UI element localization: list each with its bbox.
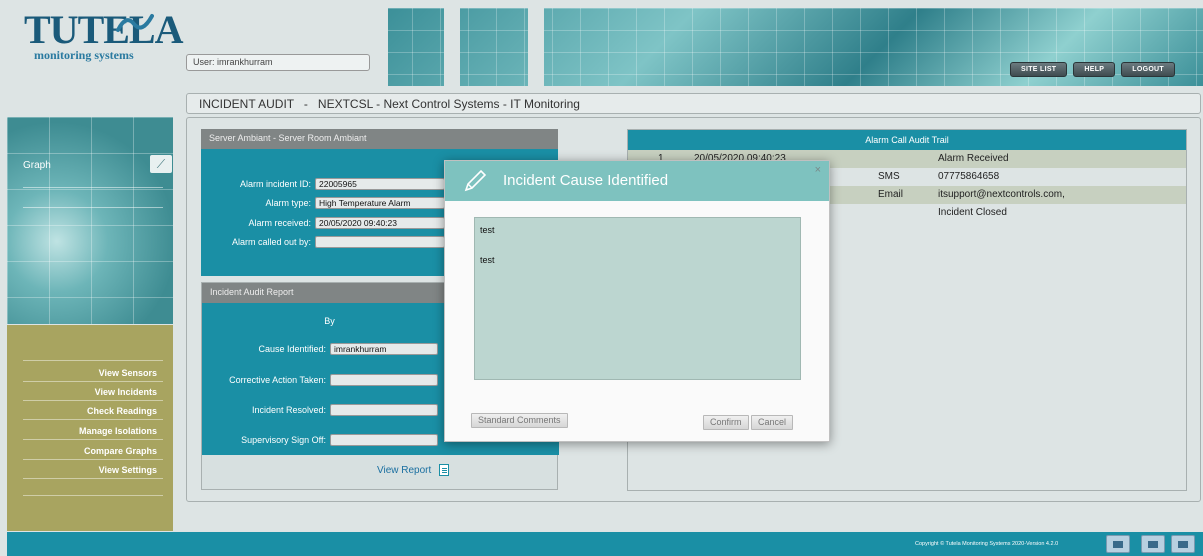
standard-comments-button[interactable]: Standard Comments	[471, 413, 568, 428]
confirm-button[interactable]: Confirm	[703, 415, 749, 430]
tablet-icon[interactable]	[1141, 535, 1165, 553]
sidebar-item-view-sensors[interactable]: View Sensors	[7, 368, 173, 378]
cause-comment-textarea[interactable]: test test	[474, 217, 801, 380]
sidebar-item-view-settings[interactable]: View Settings	[7, 465, 173, 475]
document-icon	[439, 464, 450, 476]
header: TUTELA monitoring systems User: imrankhu…	[0, 0, 1203, 90]
dialog-header: Incident Cause Identified	[445, 161, 829, 201]
incident-resolved-value[interactable]	[330, 404, 438, 416]
incident-cause-dialog: Incident Cause Identified × test test St…	[444, 160, 830, 442]
copyright-text: Copyright © Tutela Monitoring Systems 20…	[915, 541, 1059, 547]
top-nav: SITE LIST HELP LOGOUT	[1010, 62, 1175, 77]
view-report-link[interactable]: View Report	[377, 464, 450, 476]
sidebar-item-view-incidents[interactable]: View Incidents	[7, 387, 173, 397]
cause-identified-value: imrankhurram	[330, 343, 438, 355]
field-incident-resolved: Incident Resolved:	[202, 404, 438, 416]
field-alarm-called-out-by: Alarm called out by:	[205, 236, 445, 248]
footer: Copyright © Tutela Monitoring Systems 20…	[7, 532, 1203, 556]
pencil-icon	[464, 169, 487, 192]
field-corrective-action: Corrective Action Taken:	[202, 374, 438, 386]
sidebar-menu: View Sensors View Incidents Check Readin…	[7, 325, 173, 531]
cancel-button[interactable]: Cancel	[751, 415, 794, 430]
dialog-title: Incident Cause Identified	[503, 172, 669, 189]
close-icon[interactable]: ×	[815, 164, 821, 176]
corrective-action-value[interactable]	[330, 374, 438, 386]
user-display: User: imrankhurram	[186, 54, 370, 71]
sidebar-item-manage-isolations[interactable]: Manage Isolations	[7, 426, 173, 436]
site-list-button[interactable]: SITE LIST	[1010, 62, 1068, 77]
alarm-received-value: 20/05/2020 09:40:23	[315, 217, 445, 229]
chart-icon[interactable]: ⟋	[150, 155, 172, 173]
sidebar-item-check-readings[interactable]: Check Readings	[7, 406, 173, 416]
page-title: INCIDENT AUDIT - NEXTCSL - Next Control …	[186, 93, 1201, 114]
supervisory-sign-off-value[interactable]	[330, 434, 438, 446]
field-alarm-type: Alarm type: High Temperature Alarm	[205, 197, 445, 209]
alarm-called-out-by-value	[315, 236, 445, 248]
help-button[interactable]: HELP	[1073, 62, 1116, 77]
alarm-audit-trail-title: Alarm Call Audit Trail	[628, 130, 1186, 150]
field-supervisory-sign-off: Supervisory Sign Off:	[202, 434, 438, 446]
graph-label: Graph	[23, 160, 51, 171]
alarm-incident-id-value: 22005965	[315, 178, 445, 190]
by-header: By	[324, 316, 335, 326]
field-alarm-incident-id: Alarm incident ID: 22005965	[205, 178, 445, 190]
field-cause-identified: Cause Identified: imrankhurram	[202, 343, 438, 355]
logout-button[interactable]: LOGOUT	[1121, 62, 1175, 77]
sidebar-graph-panel: Graph ⟋	[7, 117, 173, 324]
alarm-details-title: Server Ambiant - Server Room Ambiant	[201, 129, 558, 149]
alarm-type-value: High Temperature Alarm	[315, 197, 445, 209]
logo-wave-icon	[116, 14, 154, 32]
monitor-icon[interactable]	[1106, 535, 1130, 553]
tutela-logo[interactable]: TUTELA monitoring systems	[24, 10, 184, 70]
sidebar-item-compare-graphs[interactable]: Compare Graphs	[7, 446, 173, 456]
screen-icon[interactable]	[1171, 535, 1195, 553]
field-alarm-received: Alarm received: 20/05/2020 09:40:23	[205, 217, 445, 229]
